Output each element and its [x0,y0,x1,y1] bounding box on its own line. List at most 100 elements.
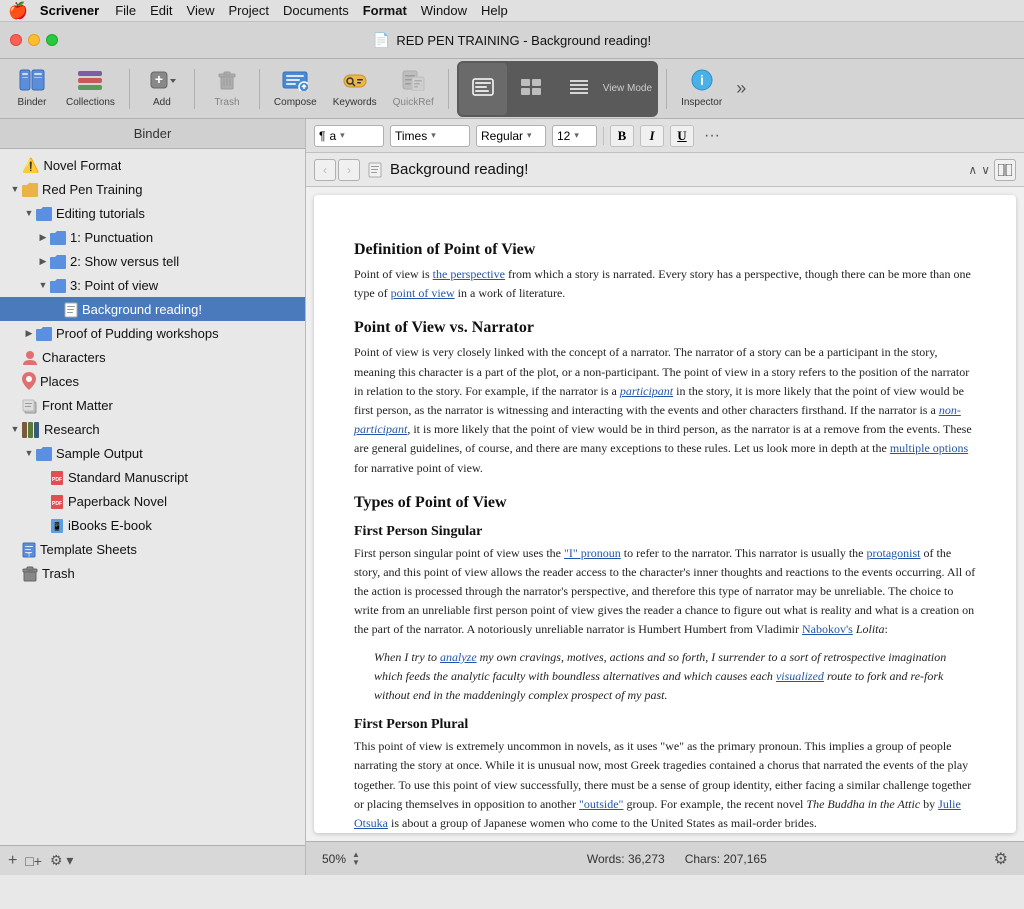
chars-count: Chars: 207,165 [685,852,767,866]
binder-button[interactable]: Binder [8,63,56,115]
add-binder-item-button[interactable]: + [8,852,17,870]
binder-item-label: Background reading! [82,302,202,317]
view-mode-outline[interactable] [555,63,603,115]
binder-item-characters[interactable]: Characters [0,345,305,369]
format-bar: ¶ a ▾ Times ▾ Regular ▾ 12 ▾ B I U ··· [306,119,1024,153]
binder-item-background[interactable]: Background reading! [0,297,305,321]
arrow-icon: ▼ [8,424,22,434]
paragraph-icon: ¶ [319,129,325,143]
binder-item-novel-format[interactable]: ⚠️ Novel Format [0,153,305,177]
zoom-arrows[interactable]: ▲ ▼ [352,851,360,867]
add-label: Add [153,97,171,108]
nav-up-chevron[interactable]: ∧ [968,163,977,177]
binder-item-pudding[interactable]: ▶ Proof of Pudding workshops [0,321,305,345]
format-sep-1 [603,127,604,145]
nav-forward-button[interactable]: › [338,159,360,181]
binder-item-label: Trash [42,566,75,581]
binder-item-label: Standard Manuscript [68,470,188,485]
binder-item-trash[interactable]: Trash [0,561,305,585]
binder-label: Binder [18,97,47,108]
para-first-singular: First person singular point of view uses… [354,544,976,640]
minimize-button[interactable] [28,34,40,46]
binder-item-paperback-novel[interactable]: PDF Paperback Novel [0,489,305,513]
binder-item-punctuation[interactable]: ▶ 1: Punctuation [0,225,305,249]
quickref-button[interactable]: QuickRef [387,63,440,115]
doc-small-icon [368,161,382,178]
split-editor-button[interactable] [994,159,1016,181]
para-definition: Point of view is the perspective from wh… [354,265,976,303]
svg-text:i: i [700,72,704,88]
menu-format[interactable]: Format [363,3,407,18]
pdf-icon: PDF [50,492,64,509]
add-button[interactable]: + Add [138,63,186,115]
menu-window[interactable]: Window [421,3,467,18]
menu-edit[interactable]: Edit [150,3,172,18]
binder-item-pov[interactable]: ▼ 3: Point of view [0,273,305,297]
menu-documents[interactable]: Documents [283,3,349,18]
italic-button[interactable]: I [640,125,664,147]
zoom-down-arrow[interactable]: ▼ [352,859,360,867]
binder-item-front-matter[interactable]: Front Matter [0,393,305,417]
view-mode-label: View Mode [603,83,656,94]
binder-item-templates[interactable]: T Template Sheets [0,537,305,561]
arrow-icon: ▼ [8,184,22,194]
arrow-icon: ▶ [36,232,50,243]
menu-project[interactable]: Project [229,3,269,18]
folder-blue-icon [36,205,52,221]
binder-item-research[interactable]: ▼ Research [0,417,305,441]
arrow-icon: ▼ [36,280,50,290]
binder-item-label: Editing tutorials [56,206,145,221]
inspector-button[interactable]: i Inspector [675,63,728,115]
compose-icon [282,69,308,95]
trash-button[interactable]: Trash [203,63,251,115]
format-more-button[interactable]: ··· [700,127,724,145]
binder-item-places[interactable]: Places [0,369,305,393]
binder-item-ibooks[interactable]: 📱 iBooks E-book [0,513,305,537]
status-word-count: Words: 36,273 Chars: 207,165 [376,852,978,866]
binder-item-editing-tutorials[interactable]: ▼ Editing tutorials [0,201,305,225]
folder-blue-icon [36,325,52,341]
nav-down-chevron[interactable]: ∨ [981,163,990,177]
menu-help[interactable]: Help [481,3,508,18]
keywords-button[interactable]: Keywords [327,63,383,115]
zoom-control[interactable]: 50% ▲ ▼ [322,851,360,867]
chevron-down-icon: ▾ [431,130,436,141]
paragraph-style-select[interactable]: ¶ a ▾ [314,125,384,147]
toolbar: Binder Collections + Add [0,59,1024,119]
close-button[interactable] [10,34,22,46]
font-style-select[interactable]: Regular ▾ [476,125,546,147]
title-doc-icon: 📄 [373,32,390,49]
font-size-select[interactable]: 12 ▾ [552,125,597,147]
pdf-icon: PDF [50,468,64,485]
toolbar-sep-1 [129,69,130,109]
view-mode-corkboard[interactable] [507,63,555,115]
binder-item-show-tell[interactable]: ▶ 2: Show versus tell [0,249,305,273]
font-family-value: Times [395,129,427,143]
inspector-icon: i [689,69,715,95]
apple-menu[interactable]: 🍎 [8,1,28,21]
nav-back-button[interactable]: ‹ [314,159,336,181]
settings-icon[interactable]: ⚙ [994,849,1008,869]
underline-button[interactable]: U [670,125,694,147]
binder-settings-button[interactable]: ⚙ ▾ [50,852,73,869]
title-bar: 📄 RED PEN TRAINING - Background reading! [0,22,1024,59]
fullscreen-button[interactable] [46,34,58,46]
binder-item-standard-manuscript[interactable]: PDF Standard Manuscript [0,465,305,489]
view-mode-editor[interactable] [459,63,507,115]
collections-label: Collections [66,97,115,108]
folder-blue-icon [50,253,66,269]
binder-item-label: 2: Show versus tell [70,254,179,269]
para-pov-narrator: Point of view is very closely linked wit… [354,343,976,477]
font-family-select[interactable]: Times ▾ [390,125,470,147]
add-binder-group-button[interactable]: □+ [25,853,42,869]
binder-item-label: Sample Output [56,446,143,461]
menu-view[interactable]: View [187,3,215,18]
collections-button[interactable]: Collections [60,63,121,115]
toolbar-more[interactable]: » [732,74,750,103]
menu-file[interactable]: File [115,3,136,18]
bold-button[interactable]: B [610,125,634,147]
document-editor[interactable]: Definition of Point of View Point of vie… [314,195,1016,833]
binder-item-sample-output[interactable]: ▼ Sample Output [0,441,305,465]
compose-button[interactable]: Compose [268,63,323,115]
binder-item-red-pen[interactable]: ▼ Red Pen Training [0,177,305,201]
